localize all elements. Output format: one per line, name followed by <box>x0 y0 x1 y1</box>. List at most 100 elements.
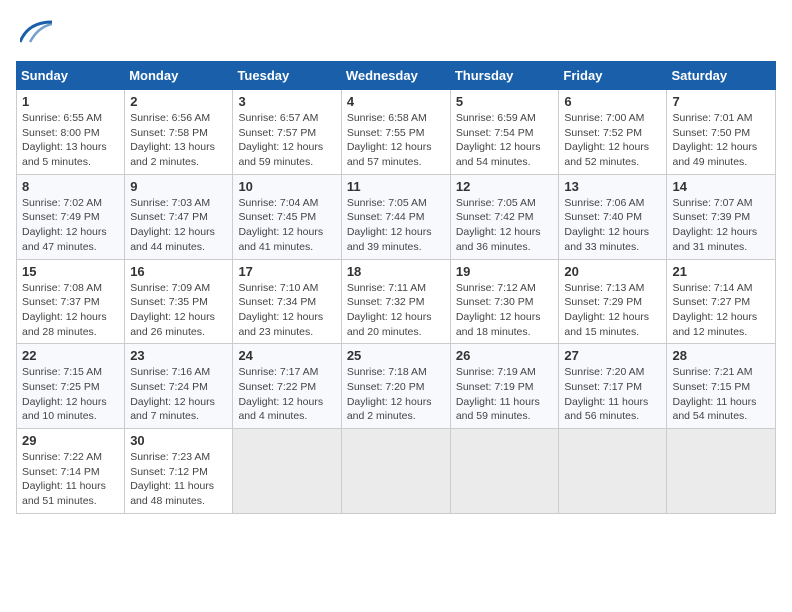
day-cell-14: 14 Sunrise: 7:07 AMSunset: 7:39 PMDayligh… <box>667 174 776 259</box>
day-info: Sunrise: 7:16 AMSunset: 7:24 PMDaylight:… <box>130 365 227 424</box>
day-number: 13 <box>564 179 661 194</box>
day-header-friday: Friday <box>559 62 667 90</box>
day-number: 16 <box>130 264 227 279</box>
day-number: 15 <box>22 264 119 279</box>
day-info: Sunrise: 7:18 AMSunset: 7:20 PMDaylight:… <box>347 365 445 424</box>
day-info: Sunrise: 7:17 AMSunset: 7:22 PMDaylight:… <box>238 365 335 424</box>
day-number: 27 <box>564 348 661 363</box>
day-cell-5: 5 Sunrise: 6:59 AMSunset: 7:54 PMDaylight… <box>450 90 559 175</box>
week-row-2: 8 Sunrise: 7:02 AMSunset: 7:49 PMDaylight… <box>17 174 776 259</box>
day-cell-29: 29 Sunrise: 7:22 AMSunset: 7:14 PMDayligh… <box>17 429 125 514</box>
empty-cell <box>341 429 450 514</box>
day-number: 30 <box>130 433 227 448</box>
day-number: 8 <box>22 179 119 194</box>
day-cell-23: 23 Sunrise: 7:16 AMSunset: 7:24 PMDayligh… <box>125 344 233 429</box>
day-cell-26: 26 Sunrise: 7:19 AMSunset: 7:19 PMDayligh… <box>450 344 559 429</box>
day-info: Sunrise: 6:56 AMSunset: 7:58 PMDaylight:… <box>130 111 227 170</box>
day-cell-15: 15Sunrise: 7:08 AMSunset: 7:37 PMDayligh… <box>17 259 125 344</box>
day-header-saturday: Saturday <box>667 62 776 90</box>
day-info: Sunrise: 6:58 AMSunset: 7:55 PMDaylight:… <box>347 111 445 170</box>
empty-cell <box>559 429 667 514</box>
day-number: 22 <box>22 348 119 363</box>
day-header-tuesday: Tuesday <box>233 62 341 90</box>
day-cell-21: 21 Sunrise: 7:14 AMSunset: 7:27 PMDayligh… <box>667 259 776 344</box>
day-number: 25 <box>347 348 445 363</box>
day-info: Sunrise: 7:03 AMSunset: 7:47 PMDaylight:… <box>130 196 227 255</box>
day-number: 18 <box>347 264 445 279</box>
day-info: Sunrise: 7:05 AMSunset: 7:44 PMDaylight:… <box>347 196 445 255</box>
day-cell-22: 22 Sunrise: 7:15 AMSunset: 7:25 PMDayligh… <box>17 344 125 429</box>
day-header-monday: Monday <box>125 62 233 90</box>
day-number: 11 <box>347 179 445 194</box>
day-info: Sunrise: 7:22 AMSunset: 7:14 PMDaylight:… <box>22 450 119 509</box>
day-cell-7: 7 Sunrise: 7:01 AMSunset: 7:50 PMDaylight… <box>667 90 776 175</box>
day-number: 21 <box>672 264 770 279</box>
day-number: 9 <box>130 179 227 194</box>
day-cell-17: 17Sunrise: 7:10 AMSunset: 7:34 PMDayligh… <box>233 259 341 344</box>
day-cell-9: 9 Sunrise: 7:03 AMSunset: 7:47 PMDaylight… <box>125 174 233 259</box>
day-cell-16: 16 Sunrise: 7:09 AMSunset: 7:35 PMDayligh… <box>125 259 233 344</box>
day-number: 24 <box>238 348 335 363</box>
week-row-4: 22 Sunrise: 7:15 AMSunset: 7:25 PMDayligh… <box>17 344 776 429</box>
day-info: Sunrise: 6:59 AMSunset: 7:54 PMDaylight:… <box>456 111 554 170</box>
week-row-1: 1Sunrise: 6:55 AMSunset: 8:00 PMDaylight… <box>17 90 776 175</box>
day-cell-11: 11 Sunrise: 7:05 AMSunset: 7:44 PMDayligh… <box>341 174 450 259</box>
page-header <box>16 16 776 53</box>
day-number: 23 <box>130 348 227 363</box>
logo-icon <box>20 16 52 48</box>
calendar-header-row: SundayMondayTuesdayWednesdayThursdayFrid… <box>17 62 776 90</box>
day-info: Sunrise: 7:07 AMSunset: 7:39 PMDaylight:… <box>672 196 770 255</box>
empty-cell <box>450 429 559 514</box>
day-info: Sunrise: 7:01 AMSunset: 7:50 PMDaylight:… <box>672 111 770 170</box>
day-cell-25: 25 Sunrise: 7:18 AMSunset: 7:20 PMDayligh… <box>341 344 450 429</box>
day-number: 26 <box>456 348 554 363</box>
day-cell-24: 24 Sunrise: 7:17 AMSunset: 7:22 PMDayligh… <box>233 344 341 429</box>
day-cell-10: 10 Sunrise: 7:04 AMSunset: 7:45 PMDayligh… <box>233 174 341 259</box>
day-info: Sunrise: 7:05 AMSunset: 7:42 PMDaylight:… <box>456 196 554 255</box>
day-number: 14 <box>672 179 770 194</box>
day-header-thursday: Thursday <box>450 62 559 90</box>
day-cell-3: 3 Sunrise: 6:57 AMSunset: 7:57 PMDaylight… <box>233 90 341 175</box>
day-number: 1 <box>22 94 119 109</box>
logo <box>16 16 52 53</box>
day-info: Sunrise: 6:57 AMSunset: 7:57 PMDaylight:… <box>238 111 335 170</box>
day-number: 10 <box>238 179 335 194</box>
day-number: 7 <box>672 94 770 109</box>
day-info: Sunrise: 7:11 AMSunset: 7:32 PMDaylight:… <box>347 281 445 340</box>
empty-cell <box>233 429 341 514</box>
day-info: Sunrise: 7:21 AMSunset: 7:15 PMDaylight:… <box>672 365 770 424</box>
day-info: Sunrise: 7:19 AMSunset: 7:19 PMDaylight:… <box>456 365 554 424</box>
day-cell-28: 28 Sunrise: 7:21 AMSunset: 7:15 PMDayligh… <box>667 344 776 429</box>
day-header-sunday: Sunday <box>17 62 125 90</box>
day-info: Sunrise: 7:06 AMSunset: 7:40 PMDaylight:… <box>564 196 661 255</box>
day-number: 3 <box>238 94 335 109</box>
day-info: Sunrise: 7:23 AMSunset: 7:12 PMDaylight:… <box>130 450 227 509</box>
day-info: Sunrise: 7:00 AMSunset: 7:52 PMDaylight:… <box>564 111 661 170</box>
week-row-5: 29 Sunrise: 7:22 AMSunset: 7:14 PMDayligh… <box>17 429 776 514</box>
day-number: 5 <box>456 94 554 109</box>
day-info: Sunrise: 7:09 AMSunset: 7:35 PMDaylight:… <box>130 281 227 340</box>
day-info: Sunrise: 7:04 AMSunset: 7:45 PMDaylight:… <box>238 196 335 255</box>
day-number: 28 <box>672 348 770 363</box>
day-cell-4: 4Sunrise: 6:58 AMSunset: 7:55 PMDaylight… <box>341 90 450 175</box>
day-cell-12: 12 Sunrise: 7:05 AMSunset: 7:42 PMDayligh… <box>450 174 559 259</box>
day-info: Sunrise: 7:12 AMSunset: 7:30 PMDaylight:… <box>456 281 554 340</box>
day-number: 2 <box>130 94 227 109</box>
day-number: 20 <box>564 264 661 279</box>
day-info: Sunrise: 7:10 AMSunset: 7:34 PMDaylight:… <box>238 281 335 340</box>
day-cell-8: 8 Sunrise: 7:02 AMSunset: 7:49 PMDaylight… <box>17 174 125 259</box>
day-info: Sunrise: 7:02 AMSunset: 7:49 PMDaylight:… <box>22 196 119 255</box>
day-cell-20: 20 Sunrise: 7:13 AMSunset: 7:29 PMDayligh… <box>559 259 667 344</box>
day-number: 12 <box>456 179 554 194</box>
day-info: Sunrise: 7:15 AMSunset: 7:25 PMDaylight:… <box>22 365 119 424</box>
day-info: Sunrise: 7:13 AMSunset: 7:29 PMDaylight:… <box>564 281 661 340</box>
day-cell-6: 6Sunrise: 7:00 AMSunset: 7:52 PMDaylight… <box>559 90 667 175</box>
day-cell-18: 18 Sunrise: 7:11 AMSunset: 7:32 PMDayligh… <box>341 259 450 344</box>
day-cell-19: 19Sunrise: 7:12 AMSunset: 7:30 PMDayligh… <box>450 259 559 344</box>
day-cell-2: 2 Sunrise: 6:56 AMSunset: 7:58 PMDaylight… <box>125 90 233 175</box>
day-cell-13: 13 Sunrise: 7:06 AMSunset: 7:40 PMDayligh… <box>559 174 667 259</box>
day-number: 29 <box>22 433 119 448</box>
empty-cell <box>667 429 776 514</box>
week-row-3: 15Sunrise: 7:08 AMSunset: 7:37 PMDayligh… <box>17 259 776 344</box>
day-info: Sunrise: 7:14 AMSunset: 7:27 PMDaylight:… <box>672 281 770 340</box>
